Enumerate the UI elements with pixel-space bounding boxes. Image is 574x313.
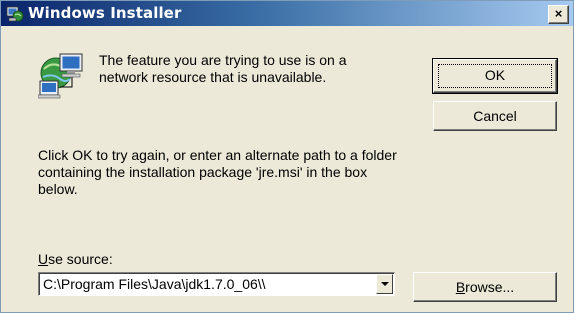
dropdown-button[interactable] — [376, 274, 393, 294]
ok-button[interactable]: OK — [432, 58, 558, 94]
title-bar[interactable]: Windows Installer × — [1, 1, 573, 26]
window-title: Windows Installer — [28, 4, 182, 22]
browse-label-rest: rowse... — [465, 279, 515, 295]
source-path-combobox[interactable]: C:\Program Files\Java\jdk1.7.0_06\\ — [38, 272, 395, 296]
source-path-value[interactable]: C:\Program Files\Java\jdk1.7.0_06\\ — [43, 276, 266, 292]
focus-rectangle — [438, 64, 552, 88]
chevron-down-icon — [381, 282, 389, 286]
use-source-label: Use source: — [38, 251, 113, 267]
browse-accelerator: B — [455, 279, 466, 295]
installer-app-icon — [6, 6, 24, 22]
browse-button[interactable]: Browse... — [413, 272, 557, 302]
network-resource-icon — [38, 53, 83, 99]
installer-dialog: Windows Installer × The feature you are … — [0, 0, 574, 313]
use-source-label-rest: se source: — [48, 251, 113, 267]
cancel-button[interactable]: Cancel — [433, 101, 557, 131]
error-message: The feature you are trying to use is on … — [99, 52, 347, 85]
instruction-text: Click OK to try again, or enter an alter… — [38, 147, 397, 197]
use-source-accelerator: U — [38, 251, 49, 267]
close-button[interactable]: × — [548, 5, 569, 24]
